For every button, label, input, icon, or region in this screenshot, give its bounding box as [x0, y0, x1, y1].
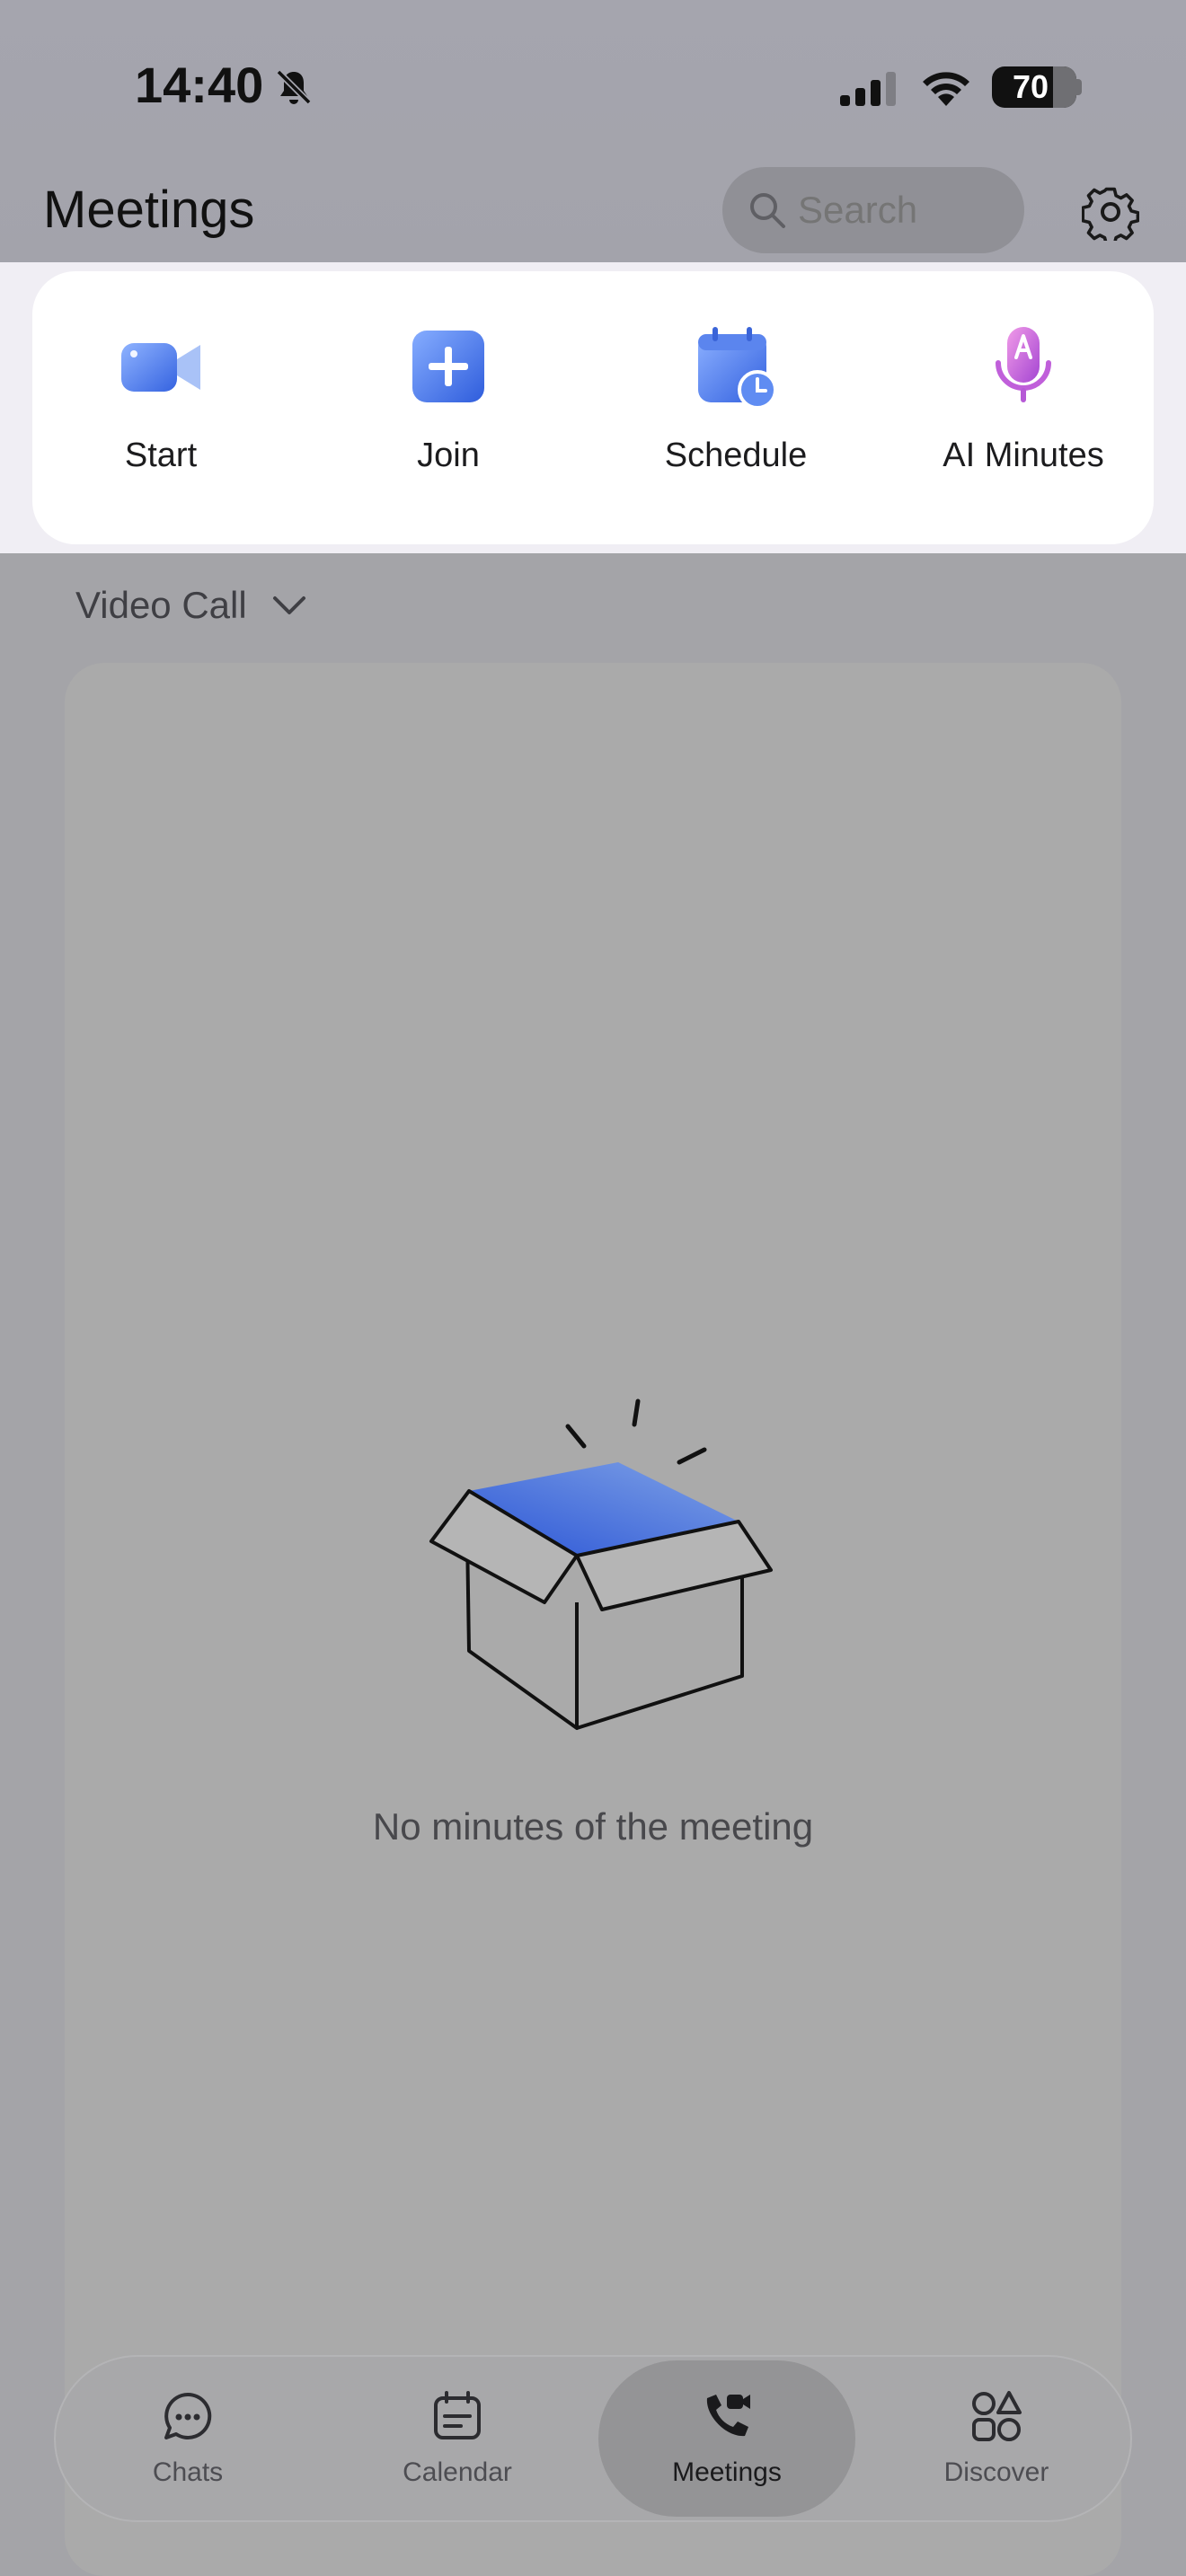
- phone-video-icon: [706, 2395, 750, 2437]
- plus-icon: [412, 331, 484, 402]
- tab-calendar-label: Calendar: [403, 2457, 512, 2487]
- meeting-type-dropdown[interactable]: Video Call: [75, 577, 305, 634]
- start-meeting-button[interactable]: Start: [62, 322, 260, 483]
- gear-icon[interactable]: [1082, 183, 1139, 241]
- calendar-clock-icon: [698, 327, 777, 410]
- empty-state-message: No minutes of the meeting: [372, 1805, 814, 1848]
- tab-calendar[interactable]: Calendar: [329, 2360, 586, 2517]
- ai-minutes-button[interactable]: AI Minutes: [925, 322, 1122, 483]
- search-bar[interactable]: [722, 167, 1024, 253]
- search-icon: [750, 193, 785, 228]
- video-camera-icon: [121, 343, 200, 392]
- tab-chats-label: Chats: [152, 2457, 224, 2487]
- open-box-illustration: [429, 1398, 773, 1730]
- tab-discover[interactable]: Discover: [868, 2360, 1125, 2517]
- microphone-ai-icon: [996, 327, 1051, 402]
- signal-icon: [840, 72, 896, 106]
- tab-meetings-label: Meetings: [672, 2457, 782, 2487]
- schedule-label: Schedule: [664, 437, 808, 474]
- shapes-icon: [972, 2391, 1022, 2441]
- ai-minutes-label: AI Minutes: [943, 437, 1104, 474]
- meeting-type-label: Video Call: [75, 584, 247, 626]
- page-title: Meetings: [43, 181, 255, 239]
- search-input[interactable]: [798, 167, 1013, 253]
- wifi-icon: [923, 72, 969, 106]
- tab-chats[interactable]: Chats: [59, 2360, 316, 2517]
- join-label: Join: [417, 437, 480, 474]
- join-meeting-button[interactable]: Join: [350, 322, 547, 483]
- status-bar: 14:40 70: [0, 0, 1186, 171]
- schedule-meeting-button[interactable]: Schedule: [637, 322, 835, 483]
- battery-icon: 70: [992, 66, 1076, 108]
- chevron-down-icon: [273, 596, 305, 614]
- start-label: Start: [124, 437, 198, 474]
- bell-off-icon: [276, 69, 312, 105]
- battery-cap: [1075, 79, 1082, 95]
- status-time: 14:40: [135, 57, 264, 113]
- chat-bubble-icon: [164, 2392, 212, 2439]
- calendar-icon: [434, 2391, 481, 2439]
- tab-discover-label: Discover: [943, 2457, 1049, 2487]
- battery-level: 70: [1012, 68, 1049, 105]
- tab-meetings[interactable]: Meetings: [598, 2360, 855, 2517]
